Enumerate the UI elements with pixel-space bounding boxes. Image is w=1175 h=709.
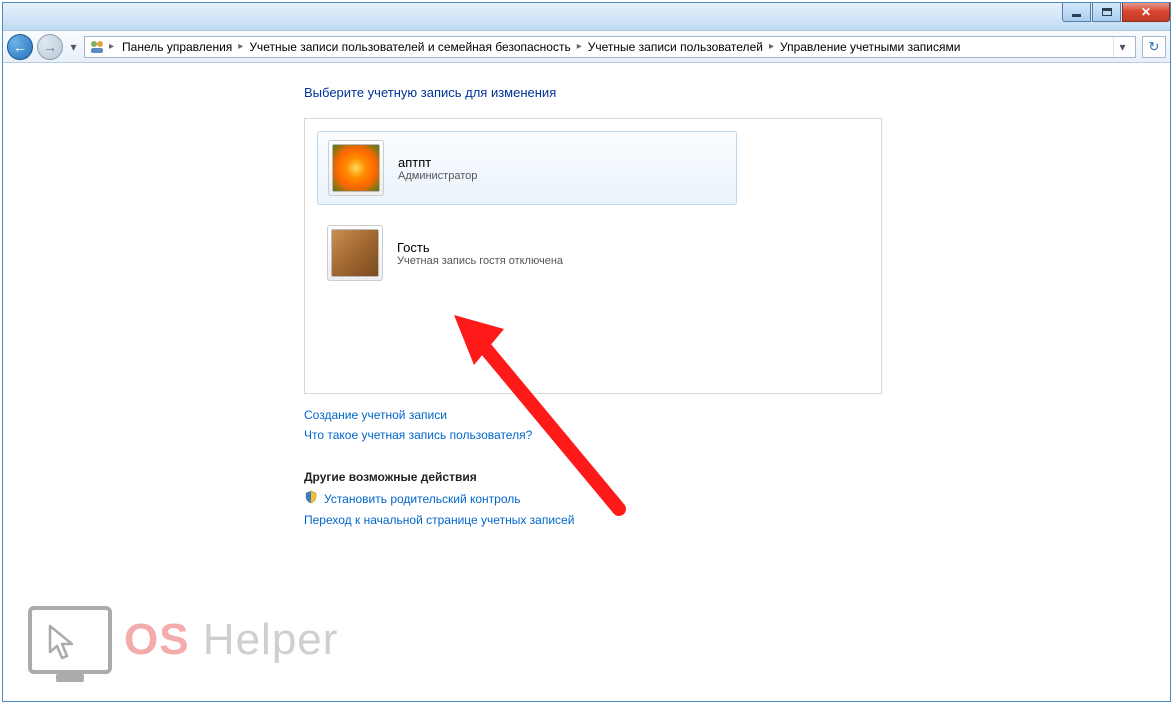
account-role: Администратор (398, 170, 477, 182)
account-name: аптпт (398, 155, 477, 170)
avatar-suitcase-icon (331, 229, 379, 277)
account-item-guest[interactable]: Гость Учетная запись гостя отключена (317, 217, 737, 289)
watermark-os: OS (124, 615, 190, 664)
account-text: аптпт Администратор (398, 155, 477, 182)
page-title: Выберите учетную запись для изменения (304, 85, 1169, 100)
links-under-box: Создание учетной записи Что такое учетна… (304, 408, 1169, 442)
account-role: Учетная запись гостя отключена (397, 255, 563, 267)
minimize-icon (1072, 14, 1081, 17)
back-button[interactable]: ← (7, 34, 33, 60)
breadcrumb-separator: ▸ (575, 41, 584, 52)
forward-button[interactable]: → (37, 34, 63, 60)
avatar (328, 140, 384, 196)
address-bar[interactable]: ▸ Панель управления ▸ Учетные записи пол… (84, 36, 1136, 58)
parental-control-row: Установить родительский контроль (304, 490, 1169, 507)
window-controls: ✕ (1062, 3, 1170, 22)
account-name: Гость (397, 240, 563, 255)
breadcrumb-item[interactable]: Управление учетными записями (776, 38, 964, 56)
window: ✕ ← → ▾ ▸ Панель управления ▸ Учетные за… (2, 2, 1171, 702)
link-goto-accounts-main[interactable]: Переход к начальной странице учетных зап… (304, 513, 1169, 527)
link-create-account[interactable]: Создание учетной записи (304, 408, 1169, 422)
account-text: Гость Учетная запись гостя отключена (397, 240, 563, 267)
breadcrumb: Панель управления ▸ Учетные записи польз… (118, 38, 964, 56)
breadcrumb-item[interactable]: Учетные записи пользователей и семейная … (245, 38, 574, 56)
avatar (327, 225, 383, 281)
maximize-icon (1102, 8, 1112, 16)
refresh-icon: ↻ (1149, 39, 1160, 55)
avatar-flower-icon (332, 144, 380, 192)
nav-history-dropdown[interactable]: ▾ (67, 37, 80, 57)
navbar: ← → ▾ ▸ Панель управления ▸ Учетные запи… (3, 31, 1170, 63)
maximize-button[interactable] (1092, 3, 1121, 22)
watermark-helper: Helper (190, 615, 339, 664)
back-arrow-icon: ← (13, 39, 27, 55)
accounts-box: аптпт Администратор Гость Учетная запись… (304, 118, 882, 394)
address-dropdown[interactable]: ▾ (1113, 37, 1131, 57)
breadcrumb-separator: ▸ (107, 41, 116, 52)
breadcrumb-separator: ▸ (236, 41, 245, 52)
refresh-button[interactable]: ↻ (1142, 36, 1166, 58)
user-accounts-icon (89, 39, 105, 55)
content-area: Выберите учетную запись для изменения ап… (4, 65, 1169, 700)
forward-arrow-icon: → (43, 39, 57, 55)
titlebar: ✕ (3, 3, 1170, 31)
breadcrumb-item[interactable]: Учетные записи пользователей (584, 38, 767, 56)
account-item-admin[interactable]: аптпт Администратор (317, 131, 737, 205)
watermark: OS Helper (28, 606, 338, 674)
link-parental-control[interactable]: Установить родительский контроль (324, 492, 521, 506)
breadcrumb-item[interactable]: Панель управления (118, 38, 236, 56)
watermark-monitor-icon (28, 606, 112, 674)
watermark-text: OS Helper (124, 615, 338, 665)
link-what-is-account[interactable]: Что такое учетная запись пользователя? (304, 428, 1169, 442)
close-icon: ✕ (1141, 5, 1151, 19)
breadcrumb-separator: ▸ (767, 41, 776, 52)
shield-icon (304, 490, 318, 507)
close-button[interactable]: ✕ (1122, 3, 1170, 22)
other-actions-heading: Другие возможные действия (304, 470, 1169, 484)
minimize-button[interactable] (1062, 3, 1091, 22)
